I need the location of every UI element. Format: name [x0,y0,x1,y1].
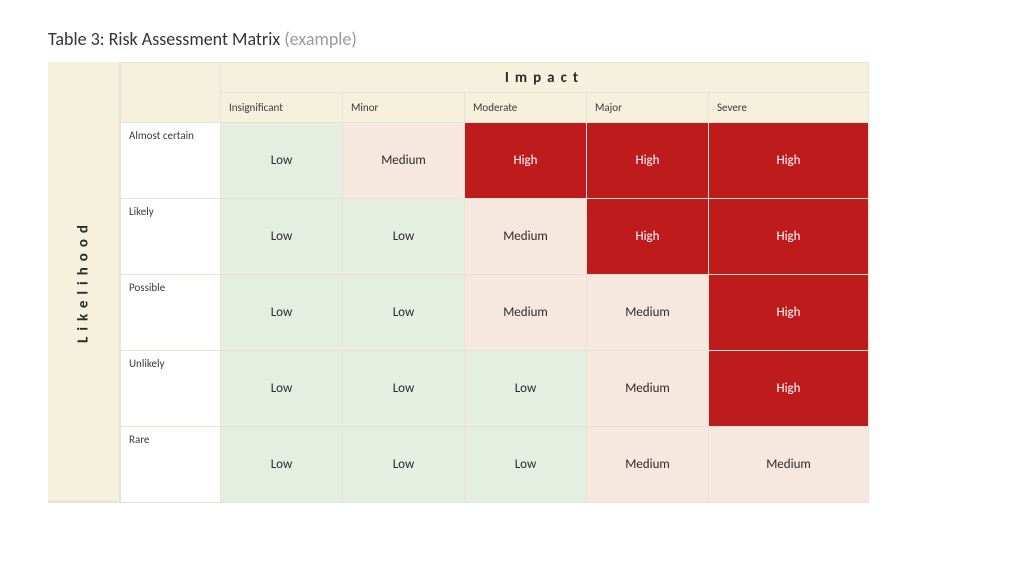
risk-cell: Medium [586,426,708,502]
risk-cell: Low [464,426,586,502]
risk-cell: Low [220,350,342,426]
risk-cell: Low [464,350,586,426]
risk-cell: High [586,198,708,274]
risk-cell: Low [220,198,342,274]
likelihood-header-almost-certain: Almost certain [120,122,220,198]
risk-cell: High [708,350,868,426]
risk-cell: Medium [464,274,586,350]
risk-matrix: Likelihood Impact Insignificant Minor Mo… [48,62,869,503]
table-title: Table 3: Risk Assessment Matrix (example… [48,28,976,50]
risk-cell: High [708,274,868,350]
risk-cell: Medium [586,274,708,350]
likelihood-header-possible: Possible [120,274,220,350]
axis-impact-label: Impact [220,62,868,92]
risk-cell: Low [220,274,342,350]
axis-likelihood-label: Likelihood [48,62,120,502]
risk-cell: Low [342,198,464,274]
likelihood-header-rare: Rare [120,426,220,502]
risk-cell: High [708,122,868,198]
risk-cell: Low [342,274,464,350]
table-title-main: Table 3: Risk Assessment Matrix [48,28,284,50]
likelihood-header-likely: Likely [120,198,220,274]
risk-cell: Medium [342,122,464,198]
risk-cell: Low [342,350,464,426]
risk-cell: Medium [586,350,708,426]
risk-cell: Low [220,426,342,502]
impact-header-moderate: Moderate [464,92,586,122]
risk-cell: High [586,122,708,198]
table-title-muted: (example) [284,28,357,50]
risk-cell: Medium [464,198,586,274]
likelihood-header-unlikely: Unlikely [120,350,220,426]
risk-cell: Low [342,426,464,502]
risk-cell: High [708,198,868,274]
corner-blank [120,62,220,122]
risk-cell: High [464,122,586,198]
risk-cell: Low [220,122,342,198]
impact-header-insignificant: Insignificant [220,92,342,122]
impact-header-minor: Minor [342,92,464,122]
risk-cell: Medium [708,426,868,502]
impact-header-major: Major [586,92,708,122]
impact-header-severe: Severe [708,92,868,122]
